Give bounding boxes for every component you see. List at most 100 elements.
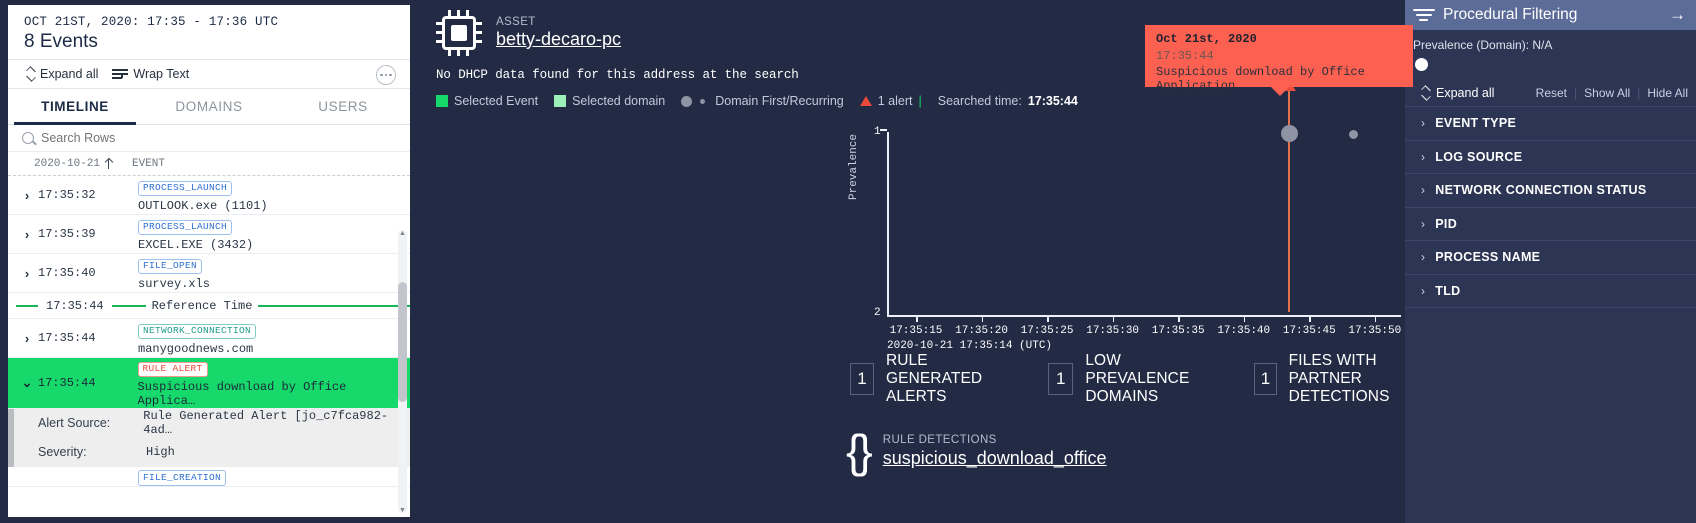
stat-label-line2: ALERTS [885, 387, 947, 405]
data-point-small[interactable] [1349, 130, 1358, 139]
show-all-link[interactable]: Show All [1584, 86, 1630, 100]
date-range-label: OCT 21ST, 2020: 17:35 - 17:36 UTC [24, 15, 279, 29]
list-item[interactable]: FILE_CREATION [8, 467, 410, 487]
list-item-selected[interactable]: ⌄ 17:35:44 RULE ALERT Suspicious downloa… [8, 358, 410, 409]
filter-panel-title: Procedural Filtering [1443, 6, 1578, 23]
chart-y-axis [887, 132, 889, 317]
chevron-right-icon: › [1421, 149, 1426, 164]
list-item[interactable]: › 17:35:32 PROCESS_LAUNCH OUTLOOK.exe (1… [8, 176, 410, 215]
wrap-text-button[interactable]: Wrap Text [112, 67, 189, 81]
row-time: 17:35:32 [38, 188, 96, 202]
reference-time-value: 17:35:44 [46, 298, 104, 313]
tab-timeline[interactable]: TIMELINE [8, 89, 142, 125]
asset-label: ASSET [496, 16, 536, 28]
legend-alerts-label: 1 alert [877, 94, 913, 108]
status-badge: RULE ALERT [137, 361, 208, 377]
search-rows-container [8, 125, 410, 152]
reset-link[interactable]: Reset [1536, 86, 1567, 100]
tab-users-label: USERS [318, 99, 368, 114]
wrap-text-label: Wrap Text [133, 67, 190, 81]
column-time[interactable]: 2020-10-21 [8, 158, 128, 170]
scroll-up-icon[interactable]: ▲ [398, 228, 407, 238]
events-header: OCT 21ST, 2020: 17:35 - 17:36 UTC 8 Even… [8, 5, 410, 59]
facet-process-name[interactable]: › PROCESS NAME [1405, 241, 1696, 275]
filter-expand-all-button[interactable]: Expand all [1421, 86, 1536, 100]
legend-selected-event: Selected Event [436, 94, 538, 108]
legend-searched-time: Searched time: 17:35:44 [938, 94, 1078, 108]
legend-divider: | [918, 94, 922, 108]
x-axis-tick-label: 17:35:35 [1151, 325, 1205, 337]
facet-label: NETWORK CONNECTION STATUS [1435, 183, 1647, 198]
collapse-panel-icon[interactable]: → [1669, 5, 1686, 25]
expand-row-icon[interactable]: › [16, 227, 38, 242]
search-icon [22, 132, 34, 144]
row-body: PROCESS_LAUNCH EXCEL.EXE (3432) [136, 216, 253, 252]
facet-event-type[interactable]: › EVENT TYPE [1405, 107, 1696, 141]
tab-domains[interactable]: DOMAINS [142, 89, 276, 124]
hide-all-link[interactable]: Hide All [1647, 86, 1688, 100]
asset-detail-panel: ASSET betty-decaro-pc No DHCP data found… [410, 0, 1672, 523]
x-axis-tick-label: 17:35:40 [1217, 325, 1271, 337]
facet-network-connection-status[interactable]: › NETWORK CONNECTION STATUS [1405, 174, 1696, 208]
chevron-right-icon: › [1421, 283, 1426, 298]
expand-icon [1421, 86, 1430, 100]
events-scrollbar[interactable]: ▲ ▼ [398, 228, 407, 515]
row-time: 17:35:44 [38, 331, 96, 345]
list-item[interactable]: › 17:35:44 NETWORK_CONNECTION manygoodne… [8, 319, 410, 358]
scroll-down-icon[interactable]: ▼ [398, 505, 407, 515]
expand-row-icon[interactable]: › [16, 266, 38, 281]
stat-value: 1 [1048, 362, 1074, 395]
column-time-label: 2020-10-21 [34, 157, 101, 170]
tooltip-tail [1271, 87, 1289, 96]
scrollbar-thumb[interactable] [398, 282, 407, 402]
stat-value: 1 [850, 362, 874, 395]
facet-pid[interactable]: › PID [1405, 208, 1696, 241]
rule-detection-link[interactable]: suspicious_download_office [883, 448, 1107, 469]
curly-brace-icon: {} [846, 425, 873, 478]
chevron-right-icon: › [1421, 250, 1426, 265]
expand-icon [26, 67, 35, 81]
legend-selected-domain: Selected domain [554, 94, 665, 108]
events-panel: OCT 21ST, 2020: 17:35 - 17:36 UTC 8 Even… [0, 0, 421, 523]
legend-selected-event-label: Selected Event [454, 94, 539, 108]
facet-label: LOG SOURCE [1435, 149, 1523, 164]
status-badge: PROCESS_LAUNCH [138, 180, 233, 196]
prevalence-filter: Prevalence (Domain): N/A [1405, 30, 1696, 71]
data-point-large[interactable] [1281, 125, 1298, 142]
detail-value: Rule Generated Alert [jo_c7fca982-4ad… [143, 409, 389, 438]
row-label: OUTLOOK.exe (1101) [138, 198, 268, 213]
stat-files-with-partner-detections: 1 FILES WITH PARTNER DETECTIONS [1254, 352, 1401, 405]
prevalence-slider[interactable] [1415, 58, 1428, 71]
rule-meta: RULE DETECTIONS suspicious_download_offi… [883, 434, 1107, 469]
stat-label-line1: FILES WITH PARTNER [1288, 352, 1377, 387]
row-time: 17:35:40 [38, 266, 96, 280]
stat-label: FILES WITH PARTNER DETECTIONS [1289, 352, 1401, 405]
tab-users[interactable]: USERS [276, 89, 410, 124]
more-options-button[interactable] [376, 65, 396, 85]
expand-row-icon[interactable]: › [16, 331, 38, 346]
stat-label-line1: LOW PREVALENCE [1085, 352, 1190, 387]
x-axis-tick-label: 17:35:50 [1348, 325, 1402, 337]
legend-selected-domain-label: Selected domain [572, 94, 666, 108]
x-axis-tick [916, 315, 918, 322]
search-rows-input[interactable] [41, 131, 241, 145]
row-body: RULE ALERT Suspicious download by Office… [136, 358, 411, 408]
row-body: NETWORK_CONNECTION manygoodnews.com [136, 320, 257, 356]
column-event-label: EVENT [132, 157, 166, 170]
list-item[interactable]: › 17:35:39 PROCESS_LAUNCH EXCEL.EXE (343… [8, 215, 410, 254]
events-list: › 17:35:32 PROCESS_LAUNCH OUTLOOK.exe (1… [8, 176, 410, 517]
x-axis-tick-label: 17:35:45 [1282, 325, 1336, 337]
asset-name-link[interactable]: betty-decaro-pc [496, 29, 621, 50]
expand-all-label: Expand all [40, 67, 99, 81]
collapse-row-icon[interactable]: ⌄ [16, 375, 38, 391]
chart-range-start: 2020-10-21 17:35:14 (UTC) [887, 340, 1053, 352]
filter-expand-all-label: Expand all [1436, 85, 1495, 100]
facet-tld[interactable]: › TLD [1405, 275, 1696, 308]
facet-log-source[interactable]: › LOG SOURCE [1405, 141, 1696, 174]
x-axis-tick-label: 17:35:15 [889, 325, 943, 337]
list-item[interactable]: › 17:35:40 FILE_OPEN survey.xls [8, 254, 410, 293]
expand-all-button[interactable]: Expand all [26, 67, 98, 81]
expand-row-icon[interactable]: › [16, 188, 38, 203]
wrap-text-icon [112, 68, 129, 80]
x-axis-tick-label: 17:35:25 [1020, 325, 1074, 337]
